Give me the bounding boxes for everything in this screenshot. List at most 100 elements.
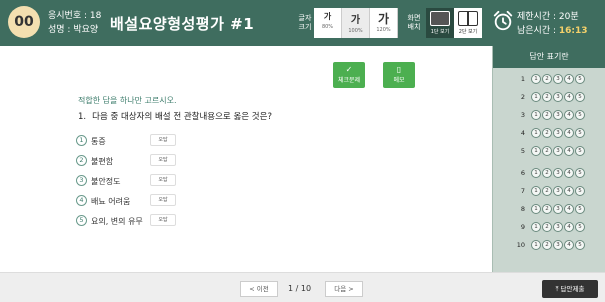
answer-bubble[interactable]: 2 — [542, 128, 552, 138]
option-5[interactable]: 5 요의, 변의 유무 오답 — [76, 211, 186, 231]
answer-bubble[interactable]: 1 — [531, 74, 541, 84]
answer-bubble[interactable]: 4 — [564, 74, 574, 84]
answer-row-number: 9 — [520, 223, 525, 231]
examinee-number: 응시번호 : 18 — [48, 11, 102, 21]
answer-bubble[interactable]: 2 — [542, 92, 552, 102]
question-instruction: 적합한 답을 하나만 고르시오. — [78, 96, 177, 105]
two-column-icon — [458, 11, 478, 26]
memo-icon: ▯ — [396, 65, 402, 74]
answer-row-number: 8 — [520, 205, 525, 213]
answer-bubble[interactable]: 5 — [575, 204, 585, 214]
options-list: 1 통증 오답 2 불편함 오답 3 불안정도 오답 4 배뇨 어려움 오답 5… — [76, 131, 186, 231]
answer-bubble[interactable]: 2 — [542, 186, 552, 196]
answer-bubble[interactable]: 5 — [575, 110, 585, 120]
answer-bubble[interactable]: 2 — [542, 146, 552, 156]
alarm-clock-icon — [493, 10, 513, 31]
answer-bubble[interactable]: 2 — [542, 204, 552, 214]
next-button[interactable]: 다음 > — [325, 281, 363, 297]
examinee-name: 성명 : 박요양 — [48, 25, 99, 35]
answer-bubble[interactable]: 4 — [564, 128, 574, 138]
answer-row-number: 5 — [520, 147, 525, 155]
layout-label: 화면 배치 — [407, 14, 421, 31]
answer-bubble[interactable]: 3 — [553, 128, 563, 138]
wrong-mark-button[interactable]: 오답 — [150, 154, 176, 166]
check-question-button[interactable]: ✓ 체크문제 — [333, 62, 365, 88]
answer-bubble[interactable]: 3 — [553, 110, 563, 120]
answer-row-number: 10 — [516, 241, 525, 249]
examinee-info: 응시번호 : 18 성명 : 박요양 — [48, 9, 101, 37]
answer-row-number: 1 — [520, 75, 525, 83]
answer-bubble[interactable]: 5 — [575, 128, 585, 138]
wrong-mark-button[interactable]: 오답 — [150, 134, 176, 146]
answer-bubble[interactable]: 3 — [553, 92, 563, 102]
answer-bubble[interactable]: 2 — [542, 168, 552, 178]
font-size-100-button[interactable]: 가 100% — [342, 8, 370, 38]
font-size-120-button[interactable]: 가 120% — [370, 8, 398, 38]
layout-single-button[interactable]: 1단 보기 — [426, 8, 454, 38]
answer-bubble[interactable]: 1 — [531, 128, 541, 138]
font-size-80-button[interactable]: 가 80% — [314, 8, 342, 38]
wrong-mark-button[interactable]: 오답 — [150, 174, 176, 186]
answer-row: 712345 — [493, 182, 605, 200]
answer-row: 612345 — [493, 164, 605, 182]
answer-row: 10 1 2 3 4 5 — [493, 236, 605, 254]
answer-bubble[interactable]: 5 — [575, 74, 585, 84]
answer-bubble[interactable]: 3 — [553, 74, 563, 84]
answer-row-number: 7 — [520, 187, 525, 195]
option-1[interactable]: 1 통증 오답 — [76, 131, 186, 151]
answer-bubble[interactable]: 4 — [564, 168, 574, 178]
answer-bubble[interactable]: 5 — [575, 240, 585, 250]
layout-double-button[interactable]: 2단 보기 — [454, 8, 482, 38]
answer-bubble[interactable]: 1 — [531, 240, 541, 250]
answer-bubble[interactable]: 4 — [564, 204, 574, 214]
answer-bubble[interactable]: 5 — [575, 186, 585, 196]
wrong-mark-button[interactable]: 오답 — [150, 194, 176, 206]
answer-bubble[interactable]: 2 — [542, 74, 552, 84]
option-4[interactable]: 4 배뇨 어려움 오답 — [76, 191, 186, 211]
answer-row: 412345 — [493, 124, 605, 142]
answer-bubble[interactable]: 2 — [542, 240, 552, 250]
answer-sheet-title: 답안 표기란 — [493, 46, 605, 68]
answer-bubble[interactable]: 4 — [564, 222, 574, 232]
memo-button[interactable]: ▯ 메모 — [383, 62, 415, 88]
time-limit: 제한시간 : 20분 — [517, 12, 579, 22]
answer-bubble[interactable]: 4 — [564, 186, 574, 196]
answer-bubble[interactable]: 4 — [564, 240, 574, 250]
answer-bubble[interactable]: 4 — [564, 146, 574, 156]
prev-button[interactable]: < 이전 — [240, 281, 278, 297]
answer-bubble[interactable]: 3 — [553, 186, 563, 196]
answer-bubble[interactable]: 4 — [564, 92, 574, 102]
answer-bubble[interactable]: 3 — [553, 222, 563, 232]
time-remaining-value: 16:13 — [558, 26, 588, 36]
answer-bubble[interactable]: 3 — [553, 240, 563, 250]
answer-bubbles: 12345 — [531, 92, 585, 102]
wrong-mark-button[interactable]: 오답 — [150, 214, 176, 226]
option-3[interactable]: 3 불안정도 오답 — [76, 171, 186, 191]
answer-bubble[interactable]: 4 — [564, 110, 574, 120]
answer-bubble[interactable]: 2 — [542, 110, 552, 120]
page-indicator: 1 / 10 — [288, 284, 312, 293]
answer-bubble[interactable]: 1 — [531, 204, 541, 214]
answer-row: 912345 — [493, 218, 605, 236]
answer-bubble[interactable]: 2 — [542, 222, 552, 232]
answer-bubble[interactable]: 1 — [531, 146, 541, 156]
question-number: 1. — [78, 112, 87, 122]
answer-row-number: 2 — [520, 93, 525, 101]
answer-bubble[interactable]: 3 — [553, 146, 563, 156]
answer-bubbles: 12345 — [531, 128, 585, 138]
answer-bubble[interactable]: 5 — [575, 168, 585, 178]
answer-row-number: 6 — [520, 169, 525, 177]
answer-bubble[interactable]: 1 — [531, 92, 541, 102]
option-2[interactable]: 2 불편함 오답 — [76, 151, 186, 171]
answer-bubble[interactable]: 1 — [531, 110, 541, 120]
question-area: ✓ 체크문제 ▯ 메모 적합한 답을 하나만 고르시오. 1. 다음 중 대상자의… — [0, 46, 492, 272]
answer-bubble[interactable]: 5 — [575, 146, 585, 156]
answer-bubble[interactable]: 5 — [575, 222, 585, 232]
answer-bubble[interactable]: 1 — [531, 168, 541, 178]
answer-bubble[interactable]: 1 — [531, 186, 541, 196]
answer-bubble[interactable]: 1 — [531, 222, 541, 232]
answer-bubble[interactable]: 3 — [553, 204, 563, 214]
submit-answers-button[interactable]: ⤒ 답안제출 — [542, 280, 598, 298]
answer-bubble[interactable]: 5 — [575, 92, 585, 102]
answer-bubble[interactable]: 3 — [553, 168, 563, 178]
